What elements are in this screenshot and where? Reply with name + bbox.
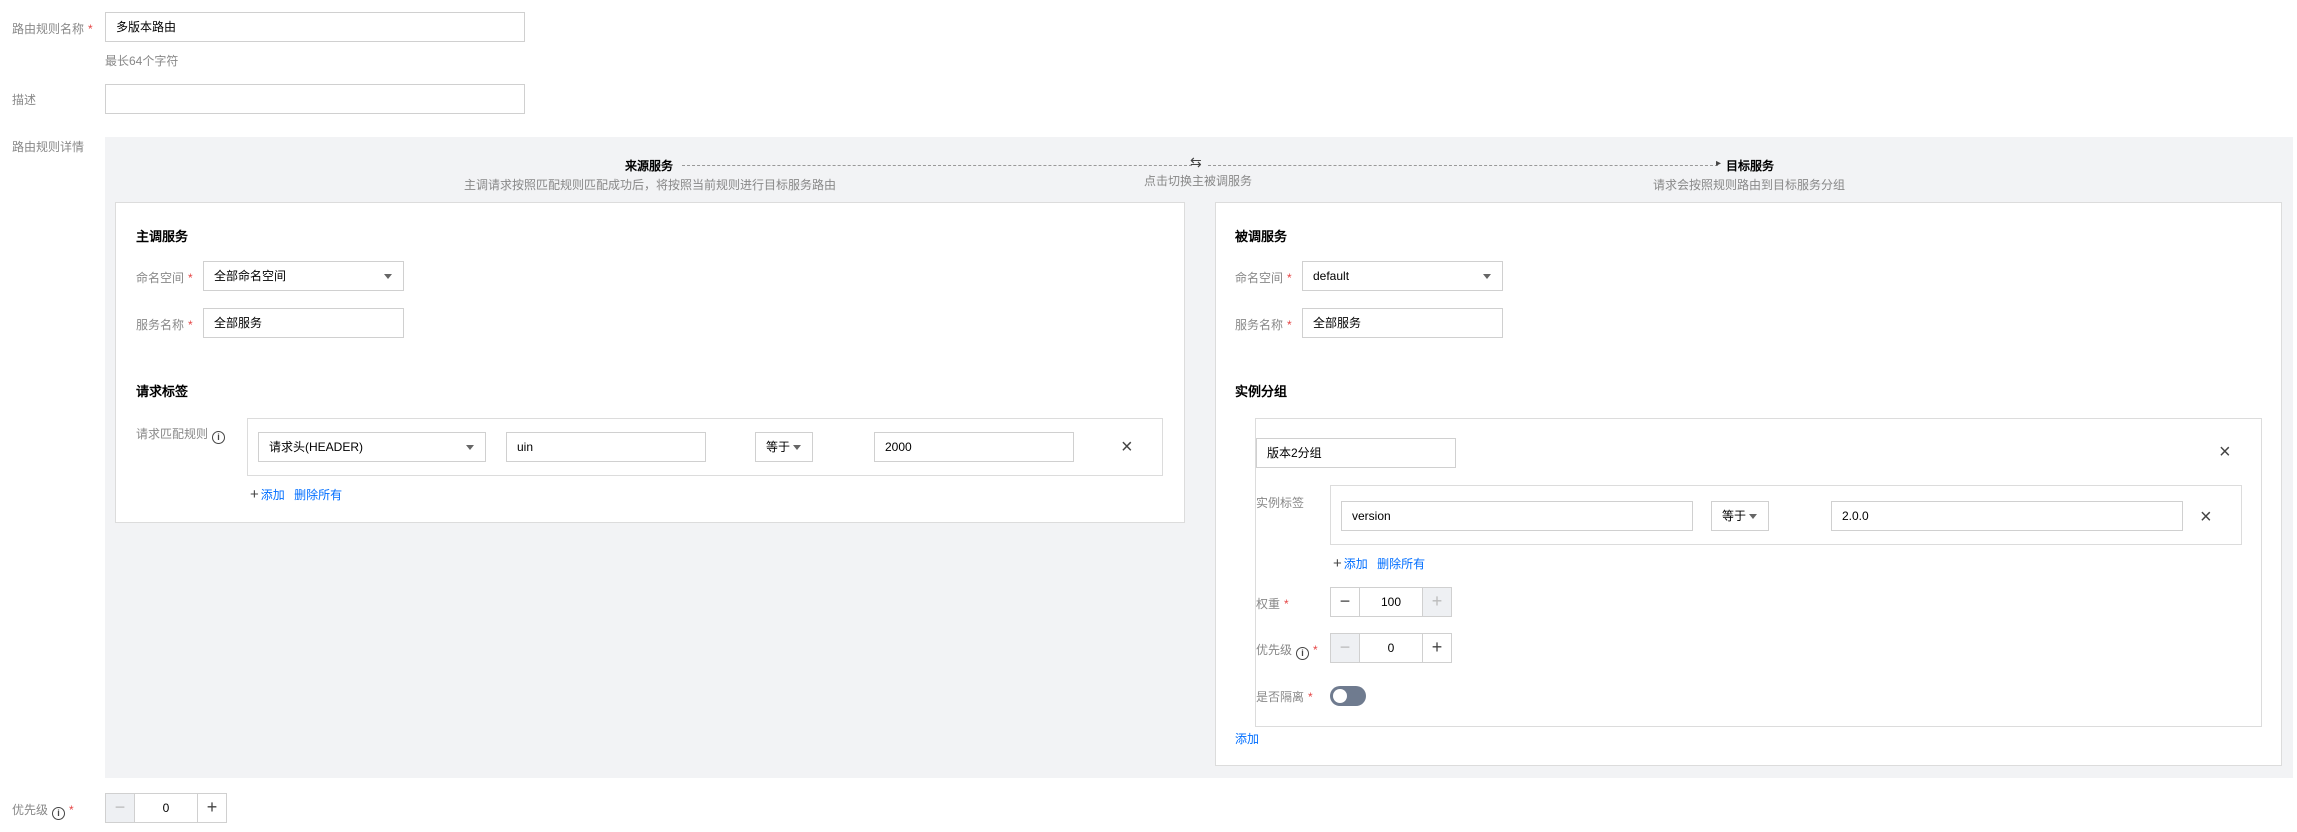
- remove-tag-close-icon[interactable]: ×: [2200, 507, 2212, 527]
- remove-group-close-icon[interactable]: ×: [2219, 442, 2231, 462]
- arrow-icon: ▸: [1716, 158, 1722, 169]
- add-rule-link[interactable]: + 添加: [250, 486, 285, 503]
- add-group-link[interactable]: 添加: [1235, 730, 1259, 747]
- source-service-title: 来源服务: [625, 159, 674, 173]
- tag-operator-select[interactable]: 等于: [1711, 501, 1769, 531]
- rule-name-hint: 最长64个字符: [105, 54, 179, 68]
- instance-tag-label: 实例标签: [1256, 496, 1305, 510]
- info-icon[interactable]: i: [212, 431, 226, 444]
- rule-type-select[interactable]: 请求头(HEADER): [258, 432, 486, 462]
- source-service-desc: 主调请求按照匹配规则匹配成功后，将按照当前规则进行目标服务路由: [464, 178, 837, 192]
- group-name-input[interactable]: 版本2分组: [1256, 438, 1456, 468]
- plus-icon: +: [1333, 555, 1342, 572]
- callee-namespace-select[interactable]: default: [1302, 261, 1503, 291]
- remove-rule-close-icon[interactable]: ×: [1121, 437, 1133, 457]
- weight-stepper: − 100 +: [1330, 587, 1452, 617]
- callee-service-label: 服务名称 *: [1235, 318, 1292, 332]
- tag-value-input[interactable]: 2.0.0: [1831, 501, 2183, 531]
- request-tags-title: 请求标签: [136, 384, 189, 399]
- caller-service-input[interactable]: 全部服务: [203, 308, 404, 338]
- description-input[interactable]: [105, 84, 525, 114]
- callee-service-input[interactable]: 全部服务: [1302, 308, 1503, 338]
- plus-icon: +: [250, 486, 259, 503]
- isolate-label: 是否隔离 *: [1256, 690, 1313, 704]
- info-icon[interactable]: i: [52, 807, 66, 820]
- switch-caller-callee[interactable]: 点击切换主被调服务: [1144, 172, 1252, 189]
- info-icon[interactable]: i: [1296, 647, 1310, 660]
- tag-key-input[interactable]: version: [1341, 501, 1693, 531]
- weight-value[interactable]: 100: [1360, 587, 1422, 617]
- switch-icon[interactable]: ⇆: [1190, 154, 1202, 171]
- rule-value-input[interactable]: 2000: [874, 432, 1074, 462]
- priority-stepper: − 0 +: [105, 793, 227, 823]
- priority-value[interactable]: 0: [135, 793, 197, 823]
- weight-decrease-button[interactable]: −: [1330, 587, 1360, 617]
- caller-namespace-label: 命名空间 *: [136, 271, 193, 285]
- target-service-desc: 请求会按照规则路由到目标服务分组: [1653, 178, 1846, 192]
- group-priority-label: 优先级 i *: [1256, 643, 1318, 660]
- group-priority-decrease-button[interactable]: −: [1330, 633, 1360, 663]
- priority-decrease-button[interactable]: −: [105, 793, 135, 823]
- caller-add-actions: + 添加 删除所有: [250, 486, 342, 503]
- detail-label: 路由规则详情: [12, 140, 85, 154]
- priority-label: 优先级 i *: [12, 803, 74, 820]
- caller-title: 主调服务: [136, 229, 189, 244]
- group-priority-increase-button[interactable]: +: [1422, 633, 1452, 663]
- caller-service-label: 服务名称 *: [136, 318, 193, 332]
- callee-title: 被调服务: [1235, 229, 1288, 244]
- priority-increase-button[interactable]: +: [197, 793, 227, 823]
- description-label: 描述: [12, 93, 37, 107]
- weight-label: 权重 *: [1256, 597, 1289, 611]
- caller-namespace-select[interactable]: 全部命名空间: [203, 261, 404, 291]
- rule-operator-select[interactable]: 等于: [755, 432, 813, 462]
- toggle-knob: [1333, 689, 1347, 703]
- callee-namespace-label: 命名空间 *: [1235, 271, 1292, 285]
- rule-key-input[interactable]: uin: [506, 432, 706, 462]
- group-priority-stepper: − 0 +: [1330, 633, 1452, 663]
- isolate-toggle[interactable]: [1330, 686, 1366, 706]
- rule-name-label: 路由规则名称 *: [12, 22, 93, 36]
- group-priority-value[interactable]: 0: [1360, 633, 1422, 663]
- flow-line-right: [1208, 165, 1718, 166]
- add-tag-link[interactable]: + 添加: [1333, 555, 1368, 572]
- flow-line-left: [682, 165, 1192, 166]
- delete-all-rules-link[interactable]: 删除所有: [294, 488, 342, 502]
- tag-add-actions: + 添加 删除所有: [1333, 555, 1425, 572]
- delete-all-tags-link[interactable]: 删除所有: [1377, 557, 1425, 571]
- target-service-title: 目标服务: [1726, 159, 1775, 173]
- rule-name-input[interactable]: 多版本路由: [105, 12, 525, 42]
- instance-group-title: 实例分组: [1235, 384, 1288, 399]
- weight-increase-button[interactable]: +: [1422, 587, 1452, 617]
- match-rule-label: 请求匹配规则 i: [136, 425, 226, 444]
